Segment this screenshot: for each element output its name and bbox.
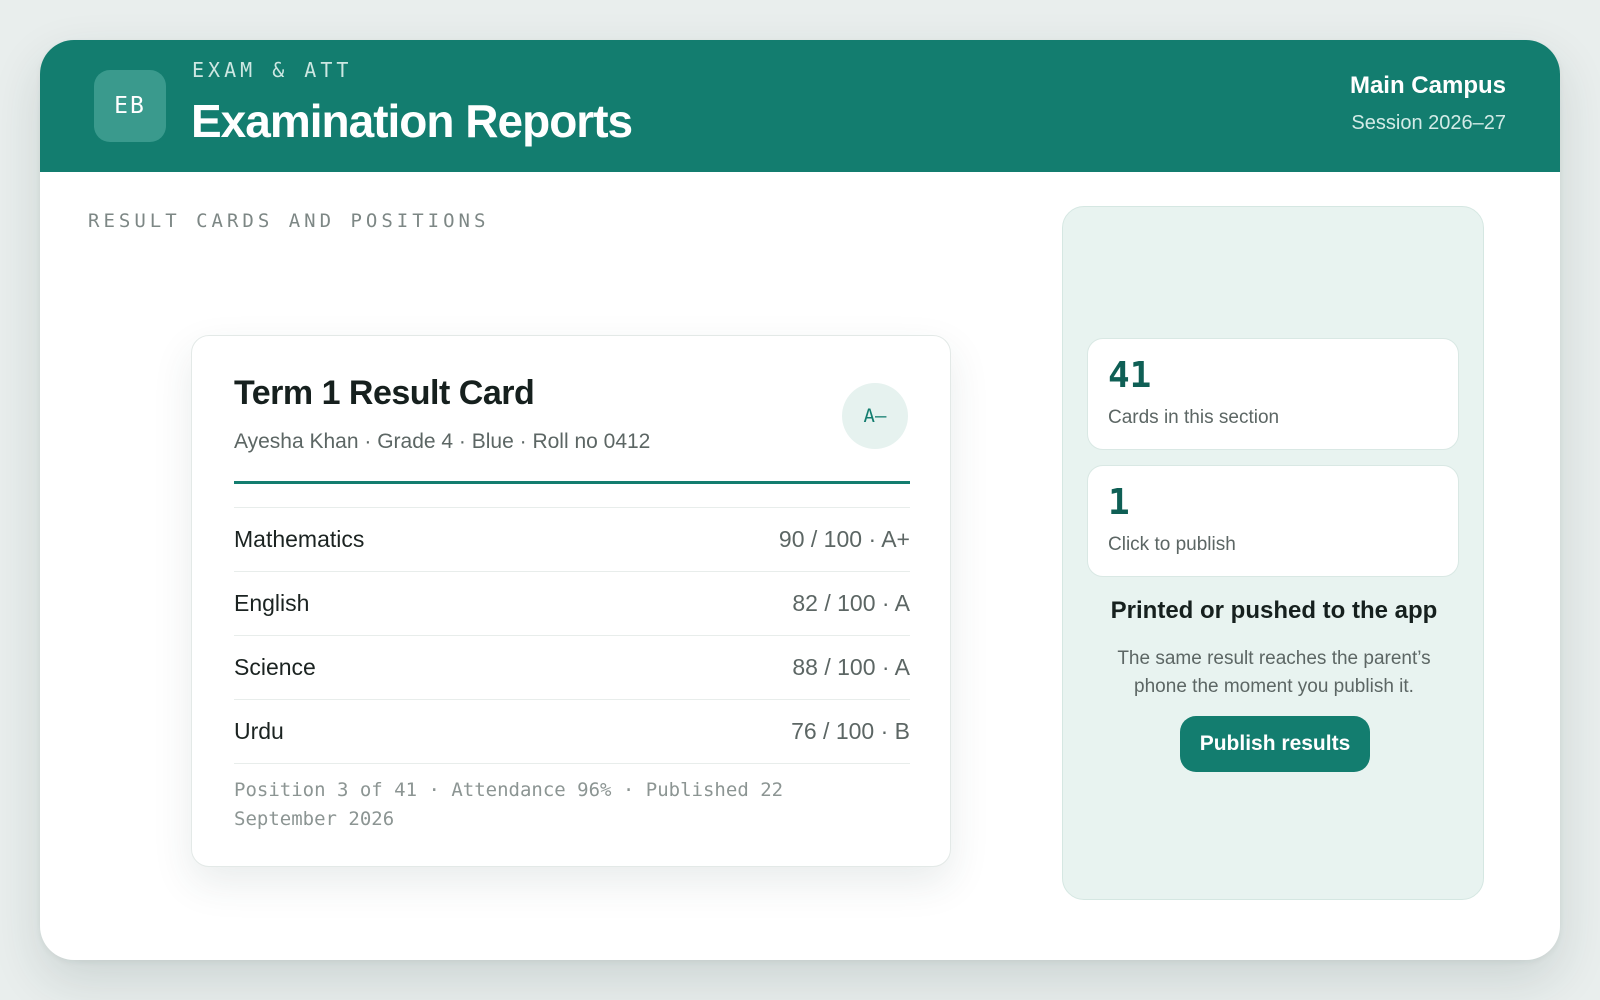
result-card: Term 1 Result Card Ayesha Khan · Grade 4… xyxy=(191,335,951,867)
subject-row-english: English 82 / 100 · A xyxy=(234,572,910,636)
stat-label: Cards in this section xyxy=(1108,407,1280,428)
student-details: Ayesha Khan · Grade 4 · Blue · Roll no 0… xyxy=(234,430,651,453)
subject-score: 90 / 100 · A+ xyxy=(778,526,910,552)
subject-list: Mathematics 90 / 100 · A+ English 82 / 1… xyxy=(234,507,910,764)
subject-score: 82 / 100 · A xyxy=(792,590,910,616)
subject-score: 88 / 100 · A xyxy=(792,654,910,680)
section-label: RESULT CARDS AND POSITIONS xyxy=(88,210,490,232)
publish-results-button[interactable]: Publish results xyxy=(1180,716,1370,772)
page-title: Examination Reports xyxy=(191,95,633,147)
subject-name: Mathematics xyxy=(234,526,365,552)
stat-click-to-publish: 1 Click to publish xyxy=(1087,465,1459,577)
subject-score: 76 / 100 · B xyxy=(791,718,910,744)
subject-name: Science xyxy=(234,654,316,680)
app-logo: EB xyxy=(94,70,166,142)
app-kicker: EXAM & ATT xyxy=(192,58,353,82)
subject-row-urdu: Urdu 76 / 100 · B xyxy=(234,700,910,764)
result-card-title: Term 1 Result Card xyxy=(234,374,535,412)
stat-value: 41 xyxy=(1108,355,1152,396)
app-window: EB EXAM & ATT Examination Reports Main C… xyxy=(40,40,1560,960)
subject-name: Urdu xyxy=(234,718,284,744)
campus-name: Main Campus xyxy=(1349,72,1506,99)
publish-panel: 41 Cards in this section 1 Click to publ… xyxy=(1062,206,1484,900)
panel-description: The same result reaches the parent’s pho… xyxy=(1117,648,1431,697)
subject-name: English xyxy=(234,590,310,616)
stat-cards-in-section: 41 Cards in this section xyxy=(1087,338,1459,450)
app-header: EB EXAM & ATT Examination Reports Main C… xyxy=(40,40,1560,172)
session-label: Session 2026–27 xyxy=(1351,112,1506,134)
title-divider xyxy=(234,481,910,484)
result-card-footer: Position 3 of 41 · Attendance 96% · Publ… xyxy=(234,779,784,830)
subject-row-science: Science 88 / 100 · A xyxy=(234,636,910,700)
subject-row-mathematics: Mathematics 90 / 100 · A+ xyxy=(234,508,910,572)
stat-label: Click to publish xyxy=(1108,534,1236,555)
panel-heading: Printed or pushed to the app xyxy=(1110,597,1438,624)
overall-grade-badge: A– xyxy=(842,383,908,449)
stat-value: 1 xyxy=(1108,482,1130,523)
